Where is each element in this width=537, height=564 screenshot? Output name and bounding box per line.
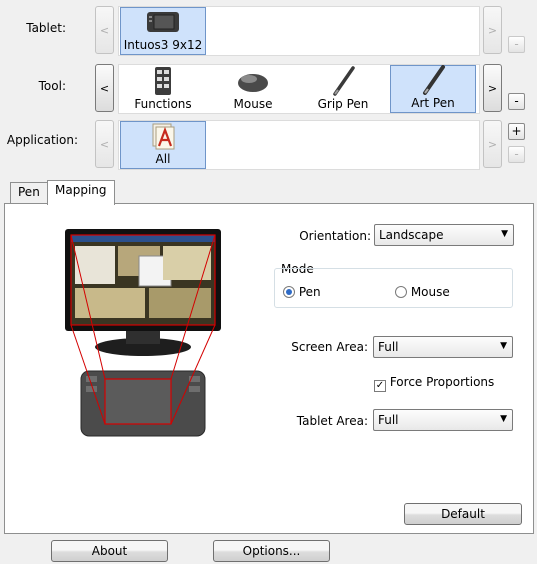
tablet-scroll-right-button[interactable]: > [483,6,502,54]
screen-area-dropdown[interactable]: Full ▼ [373,336,513,358]
tool-label: Tool: [38,79,66,93]
add-application-button[interactable]: + [508,123,525,140]
tool-scroll-left-button[interactable]: < [95,64,114,112]
mode-mouse-label: Mouse [410,285,450,299]
application-scroll-left-button[interactable]: < [95,120,114,168]
remove-tablet-button[interactable]: - [508,36,525,53]
tool-item-mouse[interactable]: Mouse [210,65,296,113]
mouse-icon [235,66,271,96]
tablet-icon [145,7,181,37]
art-pen-icon [415,65,451,95]
application-item-all[interactable]: All [120,121,206,169]
all-applications-icon [145,121,181,151]
tab-pen[interactable]: Pen [10,182,48,204]
tablet-item-label: Intuos3 9x12 [123,38,203,52]
tool-item-functions[interactable]: Functions [120,65,206,113]
tool-item-label: Grip Pen [317,97,369,111]
mode-pen-radio[interactable] [283,286,295,298]
tool-strip: Functions Mouse Grip Pen Art Pen [118,64,480,114]
chevron-down-icon: ▼ [500,414,507,424]
mode-pen-option[interactable]: Pen [283,285,321,299]
force-proportions-option[interactable]: ✓ Force Proportions [374,375,494,392]
force-proportions-label: Force Proportions [389,375,495,389]
remove-application-button[interactable]: - [508,146,525,163]
mapping-panel: Orientation: Landscape ▼ Mode [4,203,534,534]
tablet-area-dropdown[interactable]: Full ▼ [373,409,513,431]
tool-item-grip-pen[interactable]: Grip Pen [300,65,386,113]
tool-item-label: Art Pen [411,96,455,110]
mode-pen-label: Pen [298,285,321,299]
orientation-value: Landscape [379,228,444,242]
tablet-area-label: Tablet Area: [296,414,368,428]
grip-pen-icon [325,66,361,96]
tablet-area-value: Full [378,413,399,427]
tablet-label: Tablet: [26,21,66,35]
about-button[interactable]: About [51,540,168,562]
tool-item-label: Mouse [233,97,273,111]
screen-area-value: Full [378,340,399,354]
orientation-label: Orientation: [299,229,371,243]
tablet-scroll-left-button[interactable]: < [95,6,114,54]
tablet-item-intuos3[interactable]: Intuos3 9x12 [120,7,206,55]
force-proportions-checkbox[interactable]: ✓ [374,380,386,392]
tool-item-label: Functions [134,97,192,111]
orientation-dropdown[interactable]: Landscape ▼ [374,224,514,246]
remove-tool-button[interactable]: - [508,93,525,110]
tablet-strip: Intuos3 9x12 [118,6,480,56]
mode-group: Pen Mouse [274,268,513,308]
functions-icon [145,66,181,96]
default-button[interactable]: Default [404,503,522,525]
tool-scroll-right-button[interactable]: > [483,64,502,112]
tab-mapping[interactable]: Mapping [47,180,115,205]
mode-mouse-radio[interactable] [395,286,407,298]
application-scroll-right-button[interactable]: > [483,120,502,168]
mode-mouse-option[interactable]: Mouse [395,285,450,299]
chevron-down-icon: ▼ [501,229,508,239]
chevron-down-icon: ▼ [500,341,507,351]
monitor-tablet-illustration [63,226,223,443]
options-button[interactable]: Options... [213,540,330,562]
tool-item-art-pen[interactable]: Art Pen [390,65,476,113]
application-item-label: All [155,152,171,166]
screen-area-label: Screen Area: [291,340,368,354]
application-strip: All [118,120,480,170]
application-label: Application: [6,133,78,147]
